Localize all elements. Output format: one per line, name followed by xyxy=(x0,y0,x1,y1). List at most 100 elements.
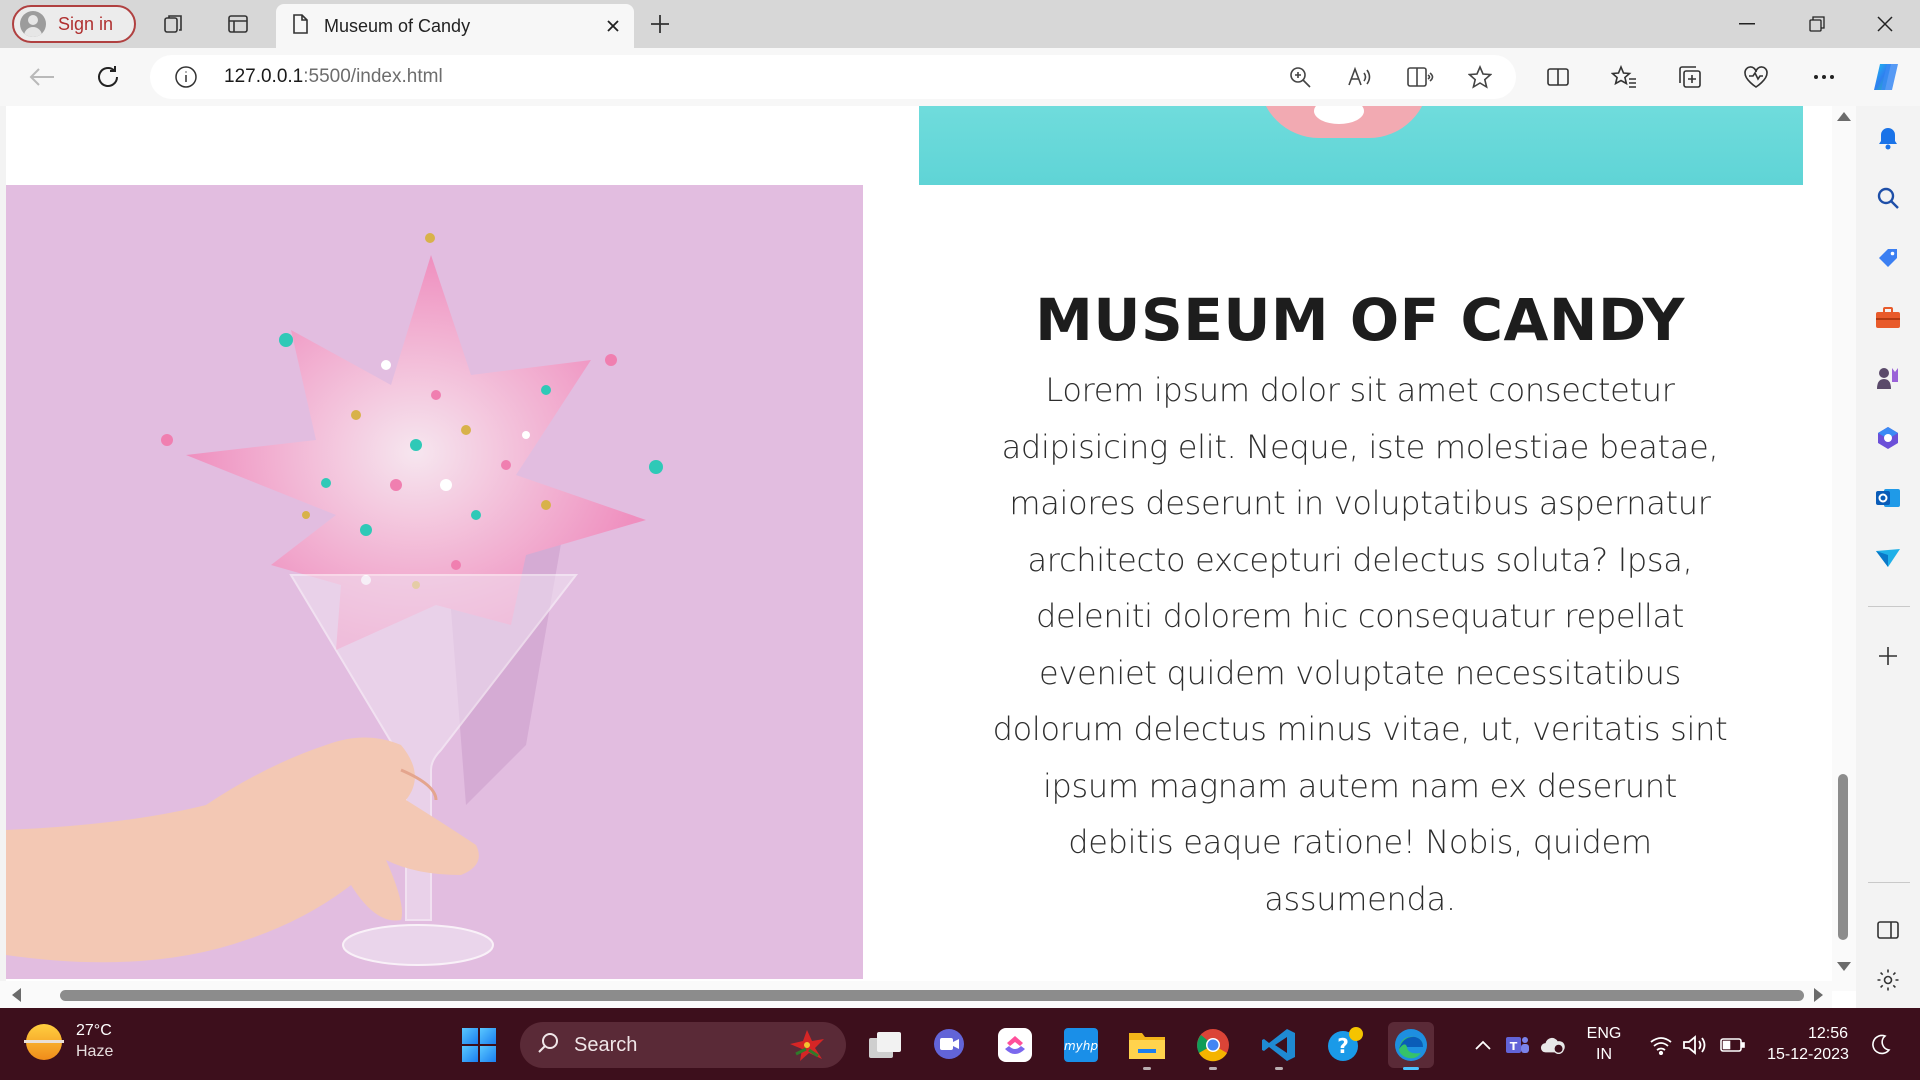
myhp-icon[interactable]: myhp xyxy=(1058,1022,1104,1068)
wifi-icon[interactable] xyxy=(1648,1032,1674,1058)
vertical-scroll-thumb[interactable] xyxy=(1838,774,1848,940)
svg-text:?: ? xyxy=(1337,1034,1349,1058)
settings-gear-icon[interactable] xyxy=(1872,964,1904,996)
svg-text:myhp: myhp xyxy=(1064,1039,1098,1053)
clickup-icon[interactable] xyxy=(992,1022,1038,1068)
scroll-right-arrow-icon[interactable] xyxy=(1814,988,1823,1002)
horizontal-scroll-thumb[interactable] xyxy=(60,990,1804,1001)
add-sidebar-app-icon[interactable] xyxy=(1872,640,1904,672)
zoom-icon[interactable] xyxy=(1284,61,1316,93)
vertical-scrollbar[interactable] xyxy=(1832,106,1856,991)
address-bar[interactable]: 127.0.0.1:5500/index.html xyxy=(150,55,1516,99)
microsoft-365-icon[interactable] xyxy=(1872,422,1904,454)
tools-briefcase-icon[interactable] xyxy=(1872,302,1904,334)
task-view-icon[interactable] xyxy=(862,1022,908,1068)
url-host: 127.0.0.1 xyxy=(224,66,304,87)
close-window-icon[interactable] xyxy=(1850,0,1920,48)
edge-sidebar xyxy=(1856,106,1920,1008)
sign-in-button[interactable]: Sign in xyxy=(12,5,136,43)
more-options-icon[interactable] xyxy=(1806,59,1842,95)
do-not-disturb-moon-icon[interactable] xyxy=(1868,1032,1894,1058)
sidebar-divider xyxy=(1868,882,1910,883)
taskbar-search-box[interactable]: Search xyxy=(520,1022,846,1068)
teams-meet-icon[interactable] xyxy=(926,1022,972,1068)
drop-send-icon[interactable] xyxy=(1872,542,1904,574)
favorites-icon[interactable] xyxy=(1606,59,1642,95)
notifications-bell-icon[interactable] xyxy=(1872,122,1904,154)
paragraph-line: dolorum delectus minus vitae, ut, verita… xyxy=(992,710,1728,748)
language-indicator[interactable]: ENG IN xyxy=(1584,1023,1624,1065)
minimize-icon[interactable] xyxy=(1712,0,1782,48)
get-help-icon[interactable]: ? xyxy=(1322,1022,1368,1068)
sidebar-divider xyxy=(1868,606,1910,607)
restore-icon[interactable] xyxy=(1782,0,1852,48)
teams-tray-icon[interactable]: T xyxy=(1504,1032,1530,1058)
copilot-icon[interactable] xyxy=(1868,59,1904,95)
url-text[interactable]: 127.0.0.1:5500/index.html xyxy=(224,66,443,88)
paragraph-line: adipisicing elit. Neque, iste molestiae … xyxy=(1001,427,1719,466)
immersive-reader-icon[interactable] xyxy=(1404,61,1436,93)
search-icon[interactable] xyxy=(1872,182,1904,214)
close-tab-icon[interactable] xyxy=(598,11,628,41)
back-arrow-icon[interactable] xyxy=(24,59,60,95)
scroll-up-arrow-icon[interactable] xyxy=(1837,112,1851,121)
vscode-icon[interactable] xyxy=(1256,1022,1302,1070)
haze-weather-icon xyxy=(24,1023,64,1060)
clock-time: 12:56 xyxy=(1807,1025,1848,1042)
edge-browser-icon[interactable] xyxy=(1388,1022,1434,1070)
lips-graphic xyxy=(1259,106,1429,138)
browser-tab-bar: Sign in Museum of Candy xyxy=(0,0,1920,48)
museum-intro-section: MUSEUM OF CANDY Lorem ipsum dolor sit am… xyxy=(980,286,1740,927)
workspaces-icon[interactable] xyxy=(158,8,190,40)
sign-in-label: Sign in xyxy=(58,13,114,34)
clock[interactable]: 12:56 15-12-2023 xyxy=(1760,1023,1856,1065)
browser-essentials-icon[interactable] xyxy=(1738,59,1774,95)
horizontal-scrollbar[interactable] xyxy=(0,981,1832,1008)
paragraph-line: Lorem ipsum dolor sit amet consectetur xyxy=(1045,371,1675,409)
onedrive-cloud-icon[interactable] xyxy=(1540,1032,1566,1058)
paragraph-line: debitis eaque ratione! Nobis, quidem xyxy=(1068,823,1652,861)
volume-icon[interactable] xyxy=(1682,1032,1708,1058)
teal-candy-image xyxy=(919,106,1803,185)
weather-widget[interactable]: 27°C Haze xyxy=(24,1022,114,1061)
url-path: :5500/index.html xyxy=(303,66,443,87)
scroll-down-arrow-icon[interactable] xyxy=(1837,962,1851,971)
windows-taskbar: 27°C Haze Search myhp ? T ENG IN 12:56 1… xyxy=(0,1008,1920,1080)
tab-actions-icon[interactable] xyxy=(222,8,254,40)
page-heading: MUSEUM OF CANDY xyxy=(1035,286,1685,354)
paragraph-line: deleniti dolorem hic consequatur repella… xyxy=(1035,597,1685,635)
weather-temperature: 27°C xyxy=(76,1022,112,1039)
tab-museum-of-candy[interactable]: Museum of Candy xyxy=(276,4,634,48)
paragraph-line: maiores deserunt in voluptatibus asperna… xyxy=(1009,484,1711,522)
paragraph-line: assumenda. xyxy=(1264,879,1456,918)
hide-sidebar-icon[interactable] xyxy=(1872,914,1904,946)
chrome-icon[interactable] xyxy=(1190,1022,1236,1070)
tab-title: Museum of Candy xyxy=(324,15,471,36)
search-icon xyxy=(538,1032,560,1058)
read-aloud-icon[interactable] xyxy=(1344,61,1376,93)
intro-paragraph: Lorem ipsum dolor sit amet consectetur a… xyxy=(980,362,1740,927)
outlook-icon[interactable] xyxy=(1872,482,1904,514)
refresh-icon[interactable] xyxy=(90,59,126,95)
paragraph-line: ipsum magnam autem nam ex deserunt xyxy=(1042,766,1678,805)
svg-text:T: T xyxy=(1510,1040,1518,1053)
favorite-star-icon[interactable] xyxy=(1464,61,1496,93)
poinsettia-flower-icon xyxy=(788,1028,826,1062)
scroll-left-arrow-icon[interactable] xyxy=(12,988,21,1002)
collections-icon[interactable] xyxy=(1672,59,1708,95)
language-code: ENG xyxy=(1586,1025,1622,1042)
page-document-icon xyxy=(290,13,310,39)
show-hidden-icons-chevron-icon[interactable] xyxy=(1470,1032,1496,1058)
battery-icon[interactable] xyxy=(1720,1032,1746,1058)
clock-date: 15-12-2023 xyxy=(1767,1046,1849,1063)
split-screen-icon[interactable] xyxy=(1540,59,1576,95)
new-tab-icon[interactable] xyxy=(644,8,676,40)
paragraph-line: architecto excepturi delectus soluta? Ip… xyxy=(1027,540,1693,579)
page-viewport: MUSEUM OF CANDY Lorem ipsum dolor sit am… xyxy=(0,106,1856,1008)
weather-condition: Haze xyxy=(76,1043,114,1060)
shopping-tag-icon[interactable] xyxy=(1872,242,1904,274)
games-icon[interactable] xyxy=(1872,362,1904,394)
windows-start-icon[interactable] xyxy=(462,1028,496,1062)
site-info-icon[interactable] xyxy=(170,61,202,93)
file-explorer-icon[interactable] xyxy=(1124,1022,1170,1070)
